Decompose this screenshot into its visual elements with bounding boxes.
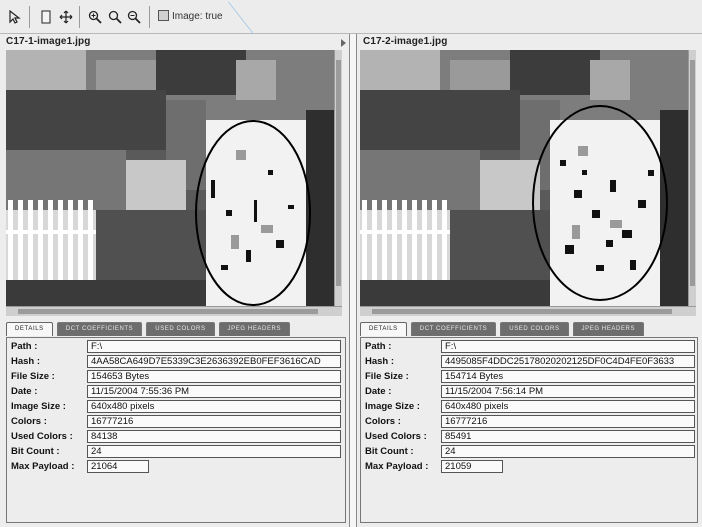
details-pane: Path : F:\ Hash : 4AA58CA649D7E5339C3E2636… [6, 337, 346, 523]
hash-row: Hash : 4495085F4DDC25178020202125DF0C4D4F… [363, 355, 697, 369]
file-size-row: File Size : 154653 Bytes [9, 370, 343, 384]
zoom-in-icon[interactable] [86, 8, 104, 26]
image-size-field[interactable]: 640x480 pixels [441, 400, 695, 413]
image-filename: C17-2-image1.jpg [363, 36, 448, 47]
hash-field[interactable]: 4AA58CA649D7E5339C3E2636392EB0FEF3616CAD [87, 355, 341, 368]
date-label: Date : [11, 386, 38, 397]
date-row: Date : 11/15/2004 7:56:14 PM [363, 385, 697, 399]
file-size-label: File Size : [365, 371, 409, 382]
image-viewport[interactable] [360, 50, 696, 306]
file-size-label: File Size : [11, 371, 55, 382]
right-image-panel: C17-2-image1.jpg DETAILS DCT COEFFICIENT… [356, 34, 702, 527]
horizontal-scrollbar[interactable] [6, 306, 342, 316]
used-colors-field[interactable]: 85491 [441, 430, 695, 443]
scroll-thumb[interactable] [18, 309, 318, 314]
zoom-out-icon[interactable] [125, 8, 143, 26]
image-filename: C17-1-image1.jpg [6, 36, 91, 47]
tab-jpeg-headers[interactable]: JPEG HEADERS [218, 322, 291, 336]
details-pane: Path : F:\ Hash : 4495085F4DDC251780202021… [360, 337, 698, 523]
bit-count-label: Bit Count : [11, 446, 60, 457]
toolbar-separator [29, 6, 30, 28]
tab-dct-coefficients[interactable]: DCT COEFFICIENTS [56, 322, 143, 336]
zoom-reset-icon[interactable] [106, 8, 124, 26]
select-tool-icon[interactable] [6, 8, 24, 26]
arrow-right-icon[interactable] [341, 39, 346, 47]
tab-used-colors[interactable]: USED COLORS [500, 322, 569, 336]
hash-row: Hash : 4AA58CA649D7E5339C3E2636392EB0FEF3… [9, 355, 343, 369]
image-toggle-label[interactable]: Image: true [172, 11, 223, 22]
move-tool-icon[interactable] [57, 8, 75, 26]
used-colors-label: Used Colors : [11, 431, 73, 442]
tab-jpeg-headers[interactable]: JPEG HEADERS [572, 322, 645, 336]
date-field[interactable]: 11/15/2004 7:56:14 PM [441, 385, 695, 398]
used-colors-label: Used Colors : [365, 431, 427, 442]
max-payload-field[interactable]: 21059 [441, 460, 503, 473]
colors-label: Colors : [365, 416, 401, 427]
tab-strip: DETAILS DCT COEFFICIENTS USED COLORS JPE… [6, 322, 294, 337]
colors-row: Colors : 16777216 [363, 415, 697, 429]
hash-label: Hash : [365, 356, 395, 367]
image-size-label: Image Size : [365, 401, 420, 412]
image-viewport[interactable] [6, 50, 342, 306]
file-size-field[interactable]: 154653 Bytes [87, 370, 341, 383]
bit-count-label: Bit Count : [365, 446, 414, 457]
image-toggle-icon[interactable] [158, 10, 169, 21]
file-size-field[interactable]: 154714 Bytes [441, 370, 695, 383]
max-payload-label: Max Payload : [11, 461, 75, 472]
stego-image-scene [6, 50, 342, 306]
scroll-thumb[interactable] [372, 309, 672, 314]
bit-count-row: Bit Count : 24 [363, 445, 697, 459]
bit-count-field[interactable]: 24 [441, 445, 695, 458]
max-payload-label: Max Payload : [365, 461, 429, 472]
page-tool-icon[interactable] [37, 8, 55, 26]
left-image-panel: C17-1-image1.jpg DETAILS DCT COEFFICIENT… [0, 34, 350, 527]
stego-image-scene [360, 50, 696, 306]
horizontal-scrollbar[interactable] [360, 306, 696, 316]
colors-label: Colors : [11, 416, 47, 427]
used-colors-field[interactable]: 84138 [87, 430, 341, 443]
path-row: Path : F:\ [363, 340, 697, 354]
toolbar: Image: true [0, 0, 702, 42]
colors-row: Colors : 16777216 [9, 415, 343, 429]
path-row: Path : F:\ [9, 340, 343, 354]
file-size-row: File Size : 154714 Bytes [363, 370, 697, 384]
used-colors-row: Used Colors : 84138 [9, 430, 343, 444]
date-row: Date : 11/15/2004 7:55:36 PM [9, 385, 343, 399]
path-field[interactable]: F:\ [441, 340, 695, 353]
tab-used-colors[interactable]: USED COLORS [146, 322, 215, 336]
date-field[interactable]: 11/15/2004 7:55:36 PM [87, 385, 341, 398]
colors-field[interactable]: 16777216 [87, 415, 341, 428]
toolbar-separator [149, 6, 150, 28]
tab-dct-coefficients[interactable]: DCT COEFFICIENTS [410, 322, 497, 336]
used-colors-row: Used Colors : 85491 [363, 430, 697, 444]
hash-label: Hash : [11, 356, 41, 367]
colors-field[interactable]: 16777216 [441, 415, 695, 428]
max-payload-field[interactable]: 21064 [87, 460, 149, 473]
image-size-row: Image Size : 640x480 pixels [363, 400, 697, 414]
path-label: Path : [365, 341, 392, 352]
bit-count-field[interactable]: 24 [87, 445, 341, 458]
tab-details[interactable]: DETAILS [360, 322, 407, 336]
path-label: Path : [11, 341, 38, 352]
vertical-scrollbar[interactable] [688, 50, 696, 306]
tab-details[interactable]: DETAILS [6, 322, 53, 336]
tab-strip: DETAILS DCT COEFFICIENTS USED COLORS JPE… [360, 322, 648, 337]
path-field[interactable]: F:\ [87, 340, 341, 353]
date-label: Date : [365, 386, 392, 397]
max-payload-row: Max Payload : 21064 [9, 460, 343, 474]
bit-count-row: Bit Count : 24 [9, 445, 343, 459]
image-size-row: Image Size : 640x480 pixels [9, 400, 343, 414]
hash-field[interactable]: 4495085F4DDC25178020202125DF0C4D4FE0F363… [441, 355, 695, 368]
max-payload-row: Max Payload : 21059 [363, 460, 697, 474]
image-size-field[interactable]: 640x480 pixels [87, 400, 341, 413]
scroll-thumb[interactable] [690, 60, 695, 286]
scroll-thumb[interactable] [336, 60, 341, 286]
image-size-label: Image Size : [11, 401, 66, 412]
vertical-scrollbar[interactable] [334, 50, 342, 306]
toolbar-separator [79, 6, 80, 28]
